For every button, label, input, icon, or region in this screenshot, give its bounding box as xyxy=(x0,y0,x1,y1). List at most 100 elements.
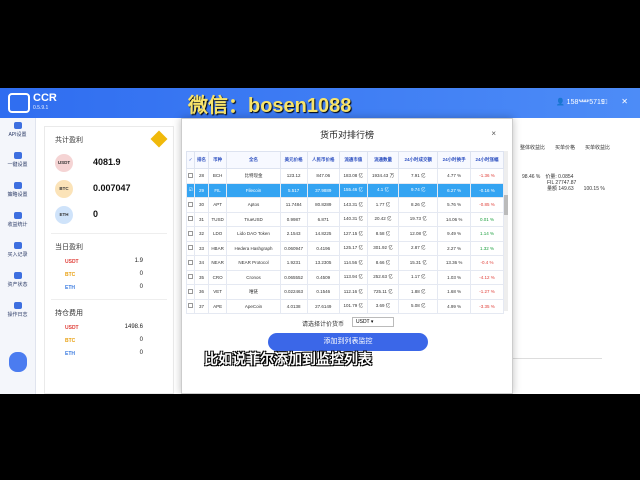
table-cell: 30 xyxy=(194,197,209,213)
row-checkbox[interactable]: ☑ xyxy=(185,182,196,198)
table-cell: 1.77 亿 xyxy=(366,197,400,213)
table-cell: 5.08 亿 xyxy=(398,298,439,314)
table-scrollbar[interactable] xyxy=(504,151,508,311)
checkbox-icon[interactable] xyxy=(188,172,194,178)
table-row[interactable]: 37 APE ApeCoin 4.0138 27.6149 101.79 亿 3.69 亿5… xyxy=(185,298,504,314)
table-cell: 29 xyxy=(194,182,209,198)
table-cell: CRO xyxy=(207,269,228,285)
sidebar-item-label: 资产状态 xyxy=(7,282,28,288)
app-window: CCR 0.5.9.1 微信：bosen1088 👤 158****5719 —… xyxy=(0,88,640,394)
column-header[interactable]: 24小时换手 xyxy=(437,151,472,169)
column-header[interactable]: 24小时成交额 xyxy=(398,151,439,169)
column-header[interactable]: 流通数量 xyxy=(366,151,400,169)
checkbox-icon[interactable] xyxy=(188,274,194,280)
sidebar-item-label: 收益统计 xyxy=(7,222,28,228)
row-checkbox[interactable] xyxy=(185,226,196,242)
table-cell: 28 xyxy=(194,168,209,184)
quote-currency-label: 请选择计价货币 xyxy=(302,322,345,328)
row-checkbox[interactable] xyxy=(185,284,196,300)
checkbox-icon[interactable] xyxy=(188,201,194,207)
brand-name: CCR xyxy=(33,92,57,104)
sidebar-item-4[interactable]: 买入记录 xyxy=(0,238,35,268)
table-cell: LDO xyxy=(207,226,228,242)
table-cell: 125.17 亿 xyxy=(338,240,368,256)
checkbox-icon[interactable] xyxy=(188,245,194,251)
table-row[interactable]: 28 BCH 比特现金 123.12 847.06 183.08 亿 1934.43 万 7.… xyxy=(185,168,504,184)
table-cell: 4.77 % xyxy=(437,168,472,184)
table-cell: ApeCoin xyxy=(226,298,281,314)
table-cell: HBAR xyxy=(207,240,228,256)
table-row[interactable]: 33 HBAR Hedera Hashgraph 0.060947 0.4196 125.… xyxy=(185,240,504,256)
table-cell: FIL xyxy=(207,182,228,198)
table-cell: 34 xyxy=(194,255,209,271)
table-cell: 4.1 亿 xyxy=(366,182,400,198)
sidebar-item-6[interactable]: 操作日志 xyxy=(0,298,35,328)
top-bar: CCR 0.5.9.1 微信：bosen1088 👤 158****5719 —… xyxy=(0,88,640,118)
coin-label: ETH xyxy=(65,285,75,291)
table-cell: 37.9889 xyxy=(306,182,340,198)
table-cell: -0.4 % xyxy=(470,255,504,271)
sidebar-item-1[interactable]: 一键设置 xyxy=(0,148,35,178)
table-cell: 8.66 亿 xyxy=(366,255,400,271)
sidebar-item-label: 一键设置 xyxy=(7,162,28,168)
coin-value: 0 xyxy=(139,271,143,277)
table-cell: 1.03 % xyxy=(437,269,472,285)
coin-value: 0 xyxy=(139,284,143,290)
sidebar-item-5[interactable]: 资产状态 xyxy=(0,268,35,298)
scrollbar-thumb[interactable] xyxy=(504,195,508,215)
column-header[interactable]: 流通市值 xyxy=(338,151,368,169)
table-cell: -4.12 % xyxy=(470,269,504,285)
api-icon xyxy=(13,122,22,129)
coin-value: 0 xyxy=(139,350,143,356)
column-header[interactable]: ✓ xyxy=(185,151,196,169)
column-header[interactable]: 全名 xyxy=(226,151,281,169)
table-cell: 0.022463 xyxy=(279,284,308,300)
table-row[interactable]: 35 CRO Cronos 0.065552 0.4509 113.94 亿 252.63 … xyxy=(185,269,504,285)
table-row[interactable]: ☑ 29 FIL Filecoin 5.517 37.9889 155.46 亿 4.1 亿9… xyxy=(185,182,504,198)
table-cell: 155.46 亿 xyxy=(338,182,368,198)
today-row: ETH 0 xyxy=(45,282,173,295)
table-row[interactable]: 36 VET 唯链 0.022463 0.1546 112.16 亿 725.11 亿 1.8… xyxy=(185,284,504,300)
row-checkbox[interactable] xyxy=(185,168,196,184)
table-cell: 9.74 亿 xyxy=(398,182,439,198)
table-cell: 123.12 xyxy=(279,168,308,184)
table-cell: 8.26 亿 xyxy=(398,197,439,213)
checkbox-icon[interactable] xyxy=(188,216,194,222)
table-cell: 7.91 亿 xyxy=(398,168,439,184)
today-profit-title: 当日盈利 xyxy=(55,244,83,251)
row-checkbox[interactable] xyxy=(185,240,196,256)
sidebar-item-3[interactable]: 收益统计 xyxy=(0,208,35,238)
checkbox-icon[interactable] xyxy=(188,259,194,265)
quote-currency-select[interactable]: USDT ▾ xyxy=(352,317,394,327)
video-subtitle: 比如说菲尔添加到监控列表 xyxy=(204,351,372,367)
checkbox-icon[interactable] xyxy=(188,230,194,236)
checkbox-icon[interactable] xyxy=(188,303,194,309)
table-cell: 5.76 % xyxy=(437,197,472,213)
table-row[interactable]: 30 APT Aptos 11.7484 80.8289 143.31 亿 1.77 亿 8.… xyxy=(185,197,504,213)
table-cell: 11.7484 xyxy=(279,197,308,213)
close-icon[interactable]: × xyxy=(491,129,496,138)
table-cell: Hedera Hashgraph xyxy=(226,240,281,256)
row-checkbox[interactable] xyxy=(185,197,196,213)
checkbox-icon[interactable] xyxy=(188,288,194,294)
table-row[interactable]: 34 NEAR NEAR Protocol 1.9231 13.2305 114.56 亿… xyxy=(185,255,504,271)
today-row: BTC 0 xyxy=(45,269,173,282)
window-controls[interactable]: — □ ✕ xyxy=(580,97,634,106)
row-checkbox[interactable] xyxy=(185,255,196,271)
column-header[interactable]: 人民币价格 xyxy=(306,151,340,169)
strategy-icon xyxy=(13,182,22,189)
sidebar-item-0[interactable]: API设置 xyxy=(0,118,35,148)
robot-assistant-icon[interactable] xyxy=(9,352,27,372)
table-row[interactable]: 31 TUSD TrueUSD 0.9987 6.871 140.31 亿 20.42 亿1… xyxy=(185,211,504,227)
table-cell: 0.4196 xyxy=(306,240,340,256)
row-checkbox[interactable] xyxy=(185,211,196,227)
table-cell: VET xyxy=(207,284,228,300)
column-header[interactable]: 美元价格 xyxy=(279,151,308,169)
sidebar-item-2[interactable]: 策略设置 xyxy=(0,178,35,208)
column-header[interactable]: 排名 xyxy=(194,151,209,169)
row-checkbox[interactable] xyxy=(185,269,196,285)
column-header[interactable]: 24小时涨幅 xyxy=(470,151,504,169)
column-header[interactable]: 币种 xyxy=(207,151,228,169)
row-checkbox[interactable] xyxy=(185,298,196,314)
table-row[interactable]: 32 LDO Lido DAO Token 2.1543 14.8225 127.15 亿… xyxy=(185,226,504,242)
